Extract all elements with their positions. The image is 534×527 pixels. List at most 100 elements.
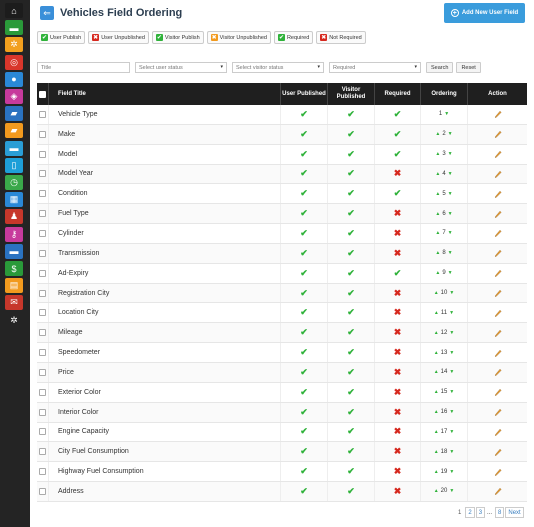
check-icon[interactable]: ✔: [300, 367, 308, 378]
not-required-button[interactable]: ✖ Not Required: [316, 31, 366, 44]
move-down-icon[interactable]: ▼: [449, 330, 454, 336]
check-icon[interactable]: ✔: [300, 288, 308, 299]
move-down-icon[interactable]: ▼: [449, 310, 454, 316]
edit-button[interactable]: [494, 229, 502, 238]
check-icon[interactable]: ✔: [300, 208, 308, 219]
check-icon[interactable]: ✔: [300, 347, 308, 358]
move-up-icon[interactable]: ▲: [435, 250, 440, 256]
car-stack-icon[interactable]: ▰: [5, 106, 23, 122]
move-up-icon[interactable]: ▲: [434, 310, 439, 316]
user-status-select[interactable]: Select user status ▾: [135, 62, 227, 73]
check-icon[interactable]: ✔: [300, 109, 308, 120]
row-checkbox[interactable]: [39, 150, 46, 158]
user-publish-button[interactable]: ✔ User Publish: [37, 31, 86, 44]
move-up-icon[interactable]: ▲: [434, 389, 439, 395]
check-icon[interactable]: ✔: [347, 168, 355, 179]
edit-button[interactable]: [494, 269, 502, 278]
cross-icon[interactable]: ✖: [394, 208, 402, 219]
move-up-icon[interactable]: ▲: [435, 151, 440, 157]
move-up-icon[interactable]: ▲: [435, 270, 440, 276]
check-icon[interactable]: ✔: [300, 327, 308, 338]
row-checkbox[interactable]: [39, 368, 46, 376]
edit-button[interactable]: [494, 349, 502, 357]
check-icon[interactable]: ✔: [347, 307, 355, 318]
move-down-icon[interactable]: ▼: [449, 389, 454, 395]
visitor-publish-button[interactable]: ✔ Visitor Publish: [151, 31, 204, 44]
title-search-input[interactable]: Title: [37, 62, 130, 73]
row-checkbox[interactable]: [39, 487, 46, 495]
check-icon[interactable]: ✔: [300, 446, 308, 457]
check-icon[interactable]: ✔: [300, 228, 308, 239]
move-up-icon[interactable]: ▲: [434, 369, 439, 375]
move-down-icon[interactable]: ▼: [449, 409, 454, 415]
check-icon[interactable]: ✔: [347, 446, 355, 457]
cross-icon[interactable]: ✖: [394, 248, 402, 259]
user-tie-icon[interactable]: ♟: [5, 209, 23, 225]
required-select[interactable]: Required ▾: [329, 62, 421, 73]
move-up-icon[interactable]: ▲: [435, 191, 440, 197]
check-icon[interactable]: ✔: [347, 129, 355, 140]
edit-button[interactable]: [494, 388, 502, 397]
row-checkbox[interactable]: [39, 249, 46, 257]
move-down-icon[interactable]: ▼: [444, 111, 449, 117]
cross-icon[interactable]: ✖: [394, 446, 402, 457]
move-down-icon[interactable]: ▼: [448, 211, 453, 217]
move-down-icon[interactable]: ▼: [449, 449, 454, 455]
reset-button[interactable]: Reset: [456, 62, 481, 73]
move-up-icon[interactable]: ▲: [434, 429, 439, 435]
edit-button[interactable]: [494, 428, 502, 436]
move-down-icon[interactable]: ▼: [448, 131, 453, 137]
check-icon[interactable]: ✔: [347, 248, 355, 259]
page-link[interactable]: 3: [475, 507, 486, 518]
move-down-icon[interactable]: ▼: [449, 429, 454, 435]
car-front-icon[interactable]: ▬: [5, 20, 23, 36]
car-side-icon[interactable]: ▬: [5, 140, 23, 156]
required-button[interactable]: ✔ Required: [273, 31, 314, 44]
edit-button[interactable]: [494, 210, 502, 218]
next-page-button[interactable]: Next: [505, 507, 524, 518]
cross-icon[interactable]: ✖: [394, 168, 402, 179]
check-icon[interactable]: ✔: [347, 228, 355, 239]
row-checkbox[interactable]: [39, 309, 46, 317]
cross-icon[interactable]: ✖: [394, 307, 402, 318]
key-icon[interactable]: ⚷: [5, 226, 23, 242]
edit-button[interactable]: [494, 408, 502, 416]
check-icon[interactable]: ✔: [300, 426, 308, 437]
row-checkbox[interactable]: [39, 130, 46, 138]
add-user-field-button[interactable]: + Add New User Field: [444, 3, 525, 23]
row-checkbox[interactable]: [39, 289, 46, 297]
check-icon[interactable]: ✔: [347, 367, 355, 378]
check-icon[interactable]: ✔: [347, 327, 355, 338]
row-checkbox[interactable]: [39, 349, 46, 357]
cross-icon[interactable]: ✖: [394, 426, 402, 437]
check-icon[interactable]: ✔: [347, 486, 355, 497]
move-up-icon[interactable]: ▲: [434, 290, 439, 296]
check-icon[interactable]: ✔: [347, 426, 355, 437]
check-icon[interactable]: ✔: [347, 466, 355, 477]
check-icon[interactable]: ✔: [394, 129, 402, 140]
check-icon[interactable]: ✔: [347, 109, 355, 120]
row-checkbox[interactable]: [39, 428, 46, 436]
move-down-icon[interactable]: ▼: [449, 369, 454, 375]
row-checkbox[interactable]: [39, 229, 46, 237]
mobile-icon[interactable]: ▯: [5, 157, 23, 173]
move-up-icon[interactable]: ▲: [434, 350, 439, 356]
search-button[interactable]: Search: [426, 62, 454, 73]
edit-button[interactable]: [494, 289, 502, 297]
row-checkbox[interactable]: [39, 190, 46, 198]
edit-button[interactable]: [494, 150, 502, 159]
edit-button[interactable]: [494, 448, 502, 456]
cube-icon[interactable]: ◈: [5, 89, 23, 104]
gear-icon[interactable]: ✲: [5, 37, 23, 53]
move-up-icon[interactable]: ▲: [434, 469, 439, 475]
edit-button[interactable]: [494, 329, 502, 337]
cross-icon[interactable]: ✖: [394, 367, 402, 378]
check-icon[interactable]: ✔: [300, 149, 308, 160]
check-icon[interactable]: ✔: [300, 168, 308, 179]
move-up-icon[interactable]: ▲: [434, 409, 439, 415]
select-all-checkbox[interactable]: [39, 90, 46, 98]
check-icon[interactable]: ✔: [300, 466, 308, 477]
edit-button[interactable]: [494, 130, 502, 139]
check-icon[interactable]: ✔: [347, 268, 355, 279]
edit-button[interactable]: [494, 468, 502, 476]
